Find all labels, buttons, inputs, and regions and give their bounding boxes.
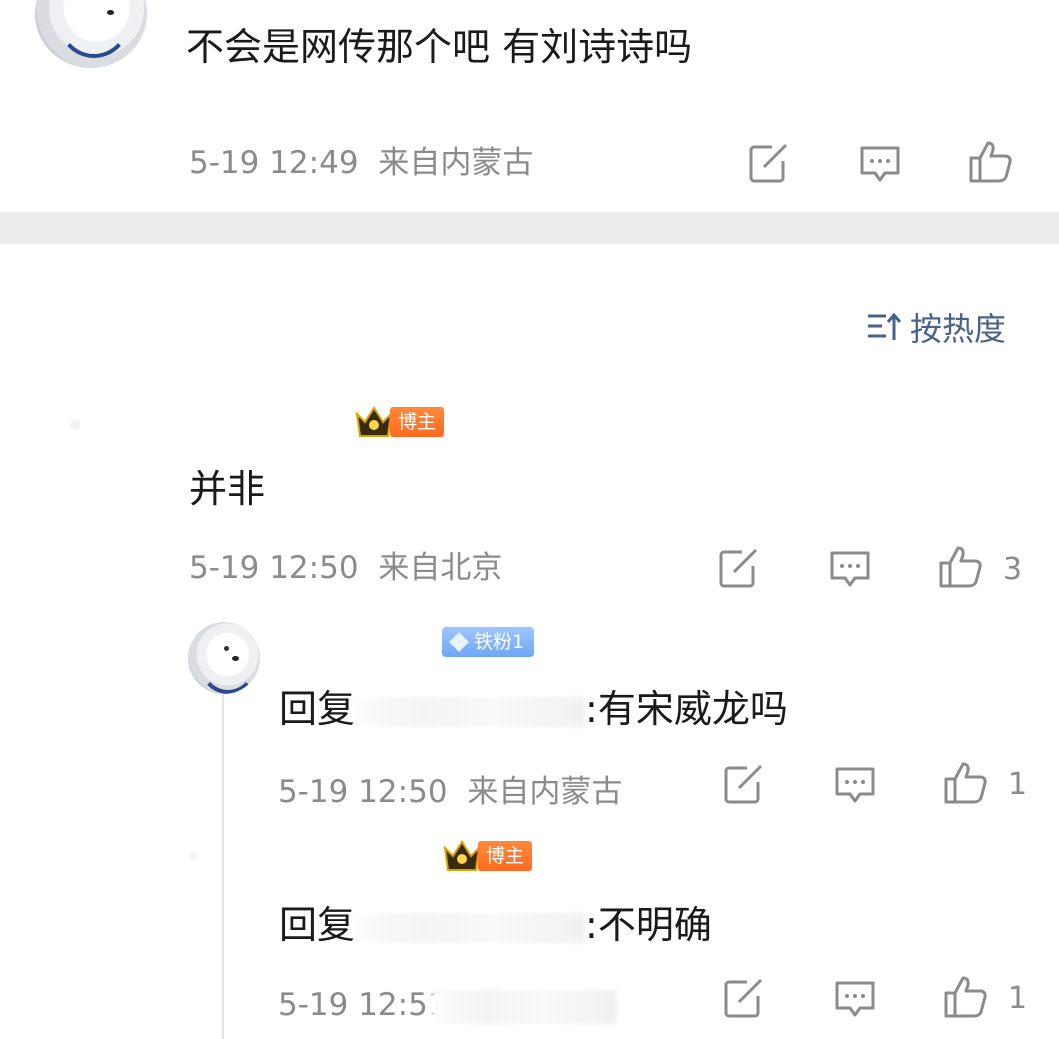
avatar[interactable]: [70, 420, 80, 430]
like-count: 3: [1003, 552, 1023, 587]
sort-label: 按热度: [910, 310, 1007, 348]
like-icon[interactable]: [943, 975, 989, 1019]
comment-icon[interactable]: [834, 766, 876, 804]
reply-text: 回复 :有宋威龙吗: [279, 690, 788, 728]
repost-icon[interactable]: [723, 764, 765, 804]
reply-prefix: 回复: [279, 687, 356, 731]
location-text: 来自内蒙古: [378, 145, 534, 181]
fan-badge-label: 铁粉1: [474, 631, 525, 653]
like-icon[interactable]: [943, 761, 989, 805]
comment-time: 5-19 12:50 来自北京: [189, 553, 502, 584]
comment-icon[interactable]: [834, 980, 876, 1018]
avatar[interactable]: [190, 852, 198, 860]
comment-icon[interactable]: [859, 145, 901, 183]
mention-user[interactable]: [355, 912, 586, 943]
avatar[interactable]: [35, 0, 147, 68]
time-text: 5-19 12:50: [278, 774, 448, 810]
sort-icon: [866, 310, 902, 344]
time-text: 5-19 12:49: [189, 145, 359, 181]
thread-line: [222, 692, 224, 1039]
reply-content: :不明确: [585, 903, 712, 947]
crown-icon: [354, 404, 394, 440]
repost-icon[interactable]: [748, 143, 790, 183]
crown-icon: [442, 838, 482, 874]
like-icon[interactable]: [938, 545, 984, 589]
comment-icon[interactable]: [829, 550, 871, 588]
comment-text: 并非: [189, 467, 266, 511]
author-badge: 博主: [354, 404, 445, 440]
time-text: 5-19 12:51: [278, 987, 448, 1023]
like-icon[interactable]: [968, 140, 1014, 184]
like-count: 1: [1008, 981, 1028, 1016]
section-divider: [0, 212, 1059, 244]
time-text: 5-19 12:50: [189, 550, 359, 586]
location-text: 来自内蒙古: [467, 774, 623, 810]
comment-time: 5-19 12:51: [278, 990, 448, 1021]
comment-time: 5-19 12:50 来自内蒙古: [278, 777, 622, 808]
reply-prefix: 回复: [279, 903, 356, 947]
sort-button[interactable]: 按热度: [866, 304, 1006, 350]
comment-text: 不会是网传那个吧 有刘诗诗吗: [186, 25, 693, 69]
comment-time: 5-19 12:49 来自内蒙古: [189, 148, 533, 179]
author-badge: 博主: [442, 838, 533, 874]
mention-user[interactable]: [355, 696, 586, 727]
avatar[interactable]: [188, 622, 260, 694]
like-count: 1: [1008, 767, 1028, 802]
author-badge-label: 博主: [390, 407, 445, 437]
reply-content: :有宋威龙吗: [585, 687, 788, 731]
location-text: 来自北京: [378, 550, 503, 586]
author-badge-label: 博主: [478, 841, 533, 871]
repost-icon[interactable]: [718, 548, 760, 588]
fan-badge: 铁粉1: [442, 627, 535, 657]
repost-icon[interactable]: [723, 978, 765, 1018]
reply-text: 回复 :不明确: [279, 906, 712, 944]
diamond-icon: [449, 632, 469, 652]
location-blurred: [432, 990, 617, 1024]
